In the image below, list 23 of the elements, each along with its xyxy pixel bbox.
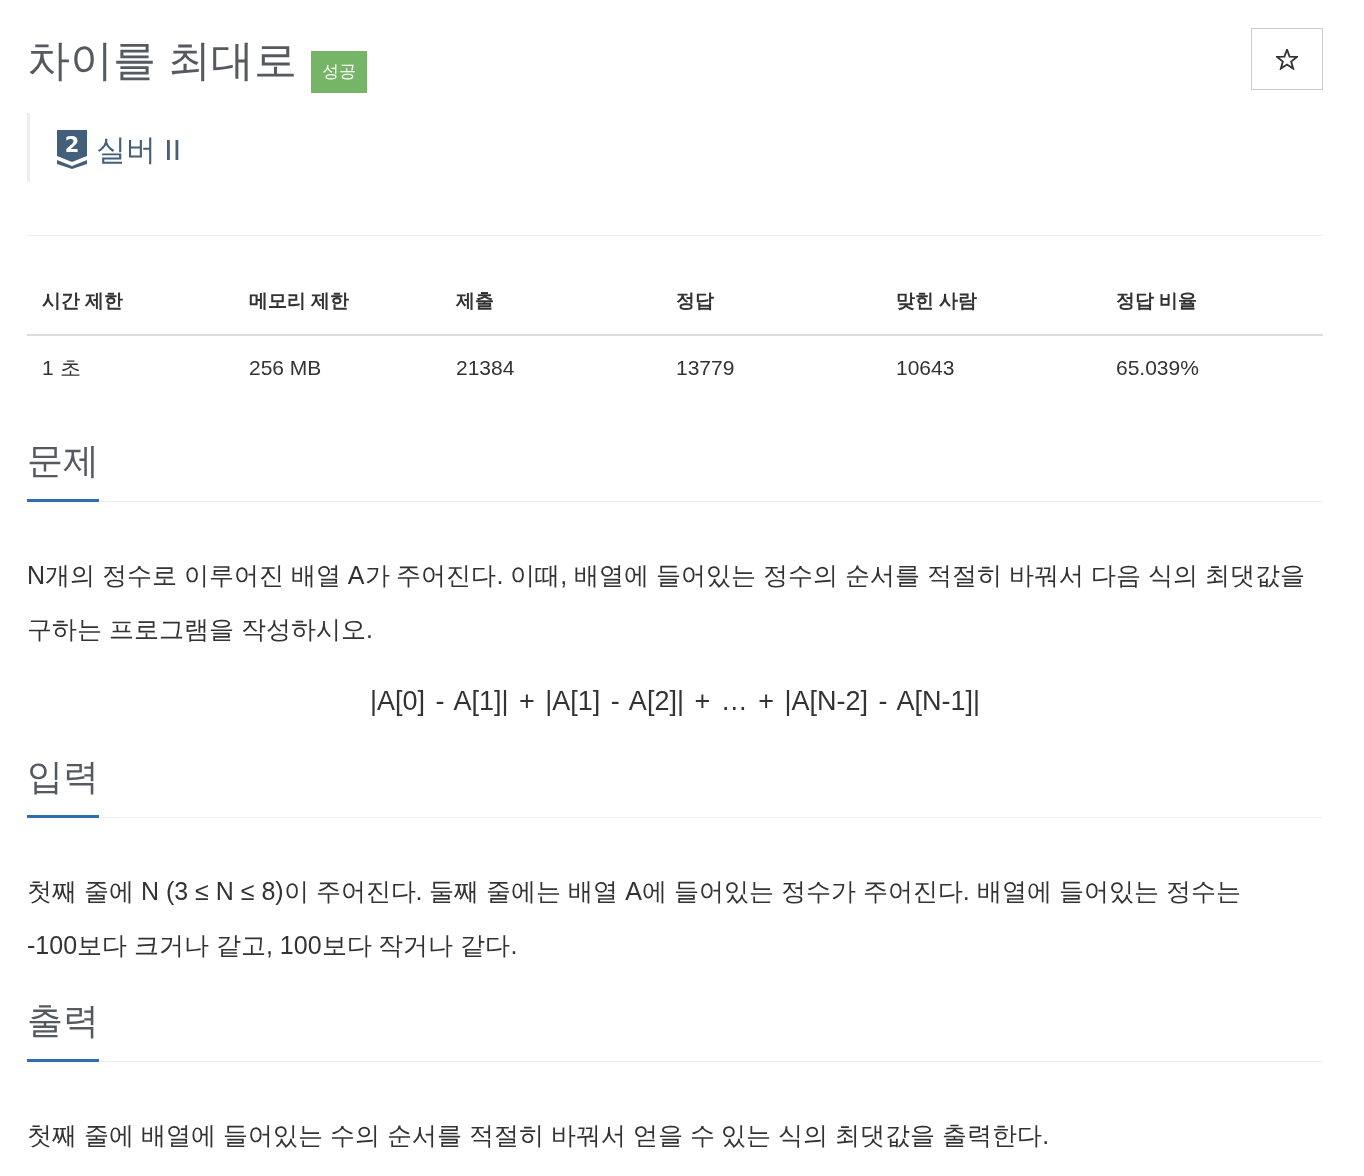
paragraph: 첫째 줄에 N (3 ≤ N ≤ 8)이 주어진다. 둘째 줄에는 배열 A에 들어있는 정수가 주어진다. 배열에 들어있는 정수는 -100보다 크거나 같고, 100보다 작거나 같다. <box>27 876 1242 961</box>
column-header: 시간 제한 <box>27 268 234 335</box>
table-cell: 256 MB <box>234 335 441 400</box>
paragraph: 첫째 줄에 배열에 들어있는 수의 순서를 적절히 바꿔서 얻을 수 있는 식의 최댓값을 출력한다. <box>27 1120 1051 1151</box>
bookmark-button[interactable] <box>1251 28 1323 90</box>
column-header: 맞힌 사람 <box>881 268 1101 335</box>
formula: |A[0] - A[1]| + |A[1] - A[2]| + … + |A[N-2] - A[N-1]| <box>368 685 982 718</box>
column-header: 제출 <box>441 268 661 335</box>
table-cell: 10643 <box>881 335 1101 400</box>
table-cell: 65.039% <box>1101 335 1323 400</box>
tier-label: 실버 II <box>96 131 181 168</box>
column-header: 메모리 제한 <box>234 268 441 335</box>
table-cell: 13779 <box>661 335 881 400</box>
column-header: 정답 <box>661 268 881 335</box>
table-cell: 21384 <box>441 335 661 400</box>
section-heading: 출력 <box>27 996 99 1062</box>
table-cell: 1 초 <box>27 335 234 400</box>
paragraph: N개의 정수로 이루어진 배열 A가 주어진다. 이때, 배열에 들어있는 정수의 순서를 적절히 바꿔서 다음 식의 최댓값을 구하는 프로그램을 작성하시오. <box>27 560 1306 645</box>
column-header: 정답 비율 <box>1101 268 1323 335</box>
problem-title: 차이를 최대로 <box>27 35 297 86</box>
result-badge: 성공 <box>310 51 367 93</box>
section-heading: 문제 <box>27 436 99 502</box>
section-heading: 입력 <box>27 752 99 818</box>
